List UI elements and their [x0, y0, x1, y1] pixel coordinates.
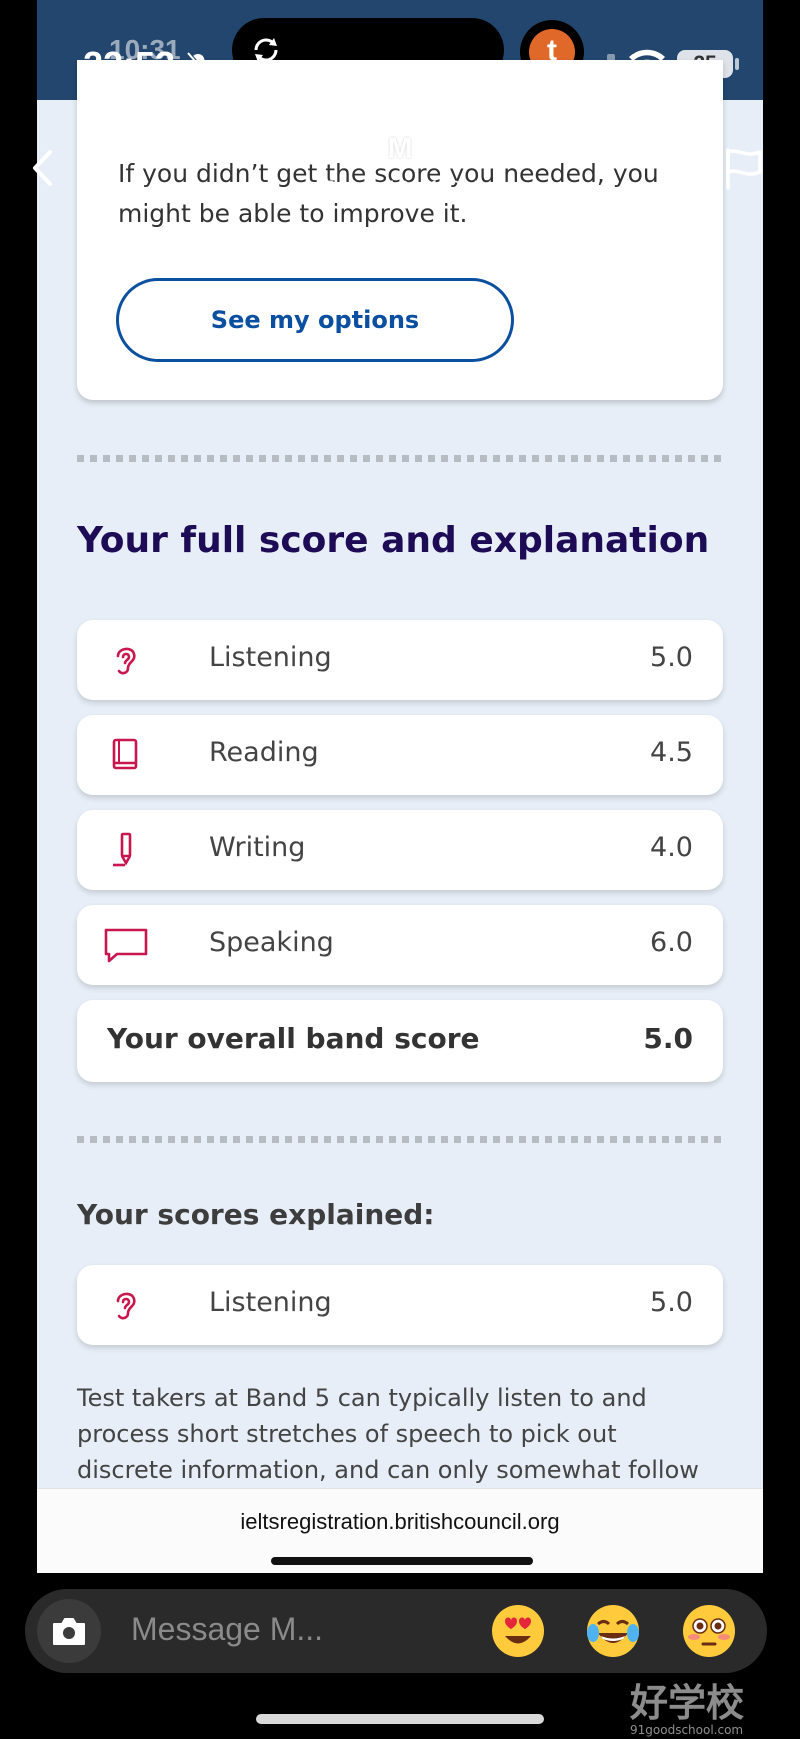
book-icon [112, 738, 138, 770]
scores-explained-title: Your scores explained: [77, 1198, 435, 1231]
score-label: Listening [209, 1287, 332, 1318]
score-label: Reading [209, 737, 319, 768]
score-row-speaking: Speaking 6.0 [77, 905, 723, 985]
browser-url-bar[interactable]: ieltsregistration.britishcouncil.org [37, 1488, 763, 1573]
speech-bubble-icon [104, 928, 148, 963]
back-arrow-icon[interactable] [30, 148, 56, 188]
score-row-writing: Writing 4.0 [77, 810, 723, 890]
home-indicator-outer [256, 1714, 544, 1724]
pencil-icon [113, 832, 132, 867]
score-label: Listening [209, 642, 332, 673]
score-label: Writing [209, 832, 306, 863]
overall-band-score: Your overall band score 5.0 [77, 1000, 723, 1082]
url-text: ieltsregistration.britishcouncil.org [240, 1509, 560, 1534]
ear-icon [116, 1292, 136, 1320]
flag-icon[interactable] [722, 146, 766, 190]
camera-button[interactable] [37, 1599, 101, 1663]
score-row-reading: Reading 4.5 [77, 715, 723, 795]
dotted-divider [77, 1136, 723, 1143]
watermark-sub: 91goodschool.com [630, 1723, 744, 1737]
improve-score-card: If you didn’t get the score you needed, … [77, 60, 723, 400]
score-row-listening: Listening 5.0 [77, 620, 723, 700]
flushed-emoji-icon[interactable] [681, 1603, 737, 1659]
score-value: 5.0 [650, 1287, 693, 1318]
ear-icon [116, 647, 136, 675]
phone-screenshot: 10:31 22:53 t [37, 0, 763, 1573]
home-indicator [271, 1557, 533, 1565]
overall-label: Your overall band score [107, 1022, 480, 1055]
section-title: Your full score and explanation [77, 520, 710, 561]
watermark-main: 好学校 [630, 1681, 745, 1725]
score-value: 6.0 [650, 927, 693, 958]
battery-nub [735, 58, 739, 70]
story-sender: M [387, 132, 413, 165]
score-value: 5.0 [650, 642, 693, 673]
score-value: 4.0 [650, 832, 693, 863]
tears-of-joy-emoji-icon[interactable] [585, 1603, 641, 1659]
dotted-divider [77, 455, 723, 462]
reply-bar: Message M... [25, 1589, 767, 1673]
score-value: 4.5 [650, 737, 693, 768]
watermark: 好学校 91goodschool.com [630, 1672, 744, 1737]
heart-eyes-emoji-icon[interactable] [490, 1603, 546, 1659]
camera-icon [53, 1618, 85, 1645]
message-input[interactable]: Message M... [131, 1611, 323, 1648]
story-viewer: 10:31 22:53 t [0, 0, 800, 1739]
score-label: Speaking [209, 927, 334, 958]
explained-row-listening: Listening 5.0 [77, 1265, 723, 1345]
overall-value: 5.0 [643, 1022, 693, 1055]
story-timestamp: Today 10:41 PM [320, 176, 480, 201]
see-my-options-button[interactable]: See my options [116, 278, 514, 362]
